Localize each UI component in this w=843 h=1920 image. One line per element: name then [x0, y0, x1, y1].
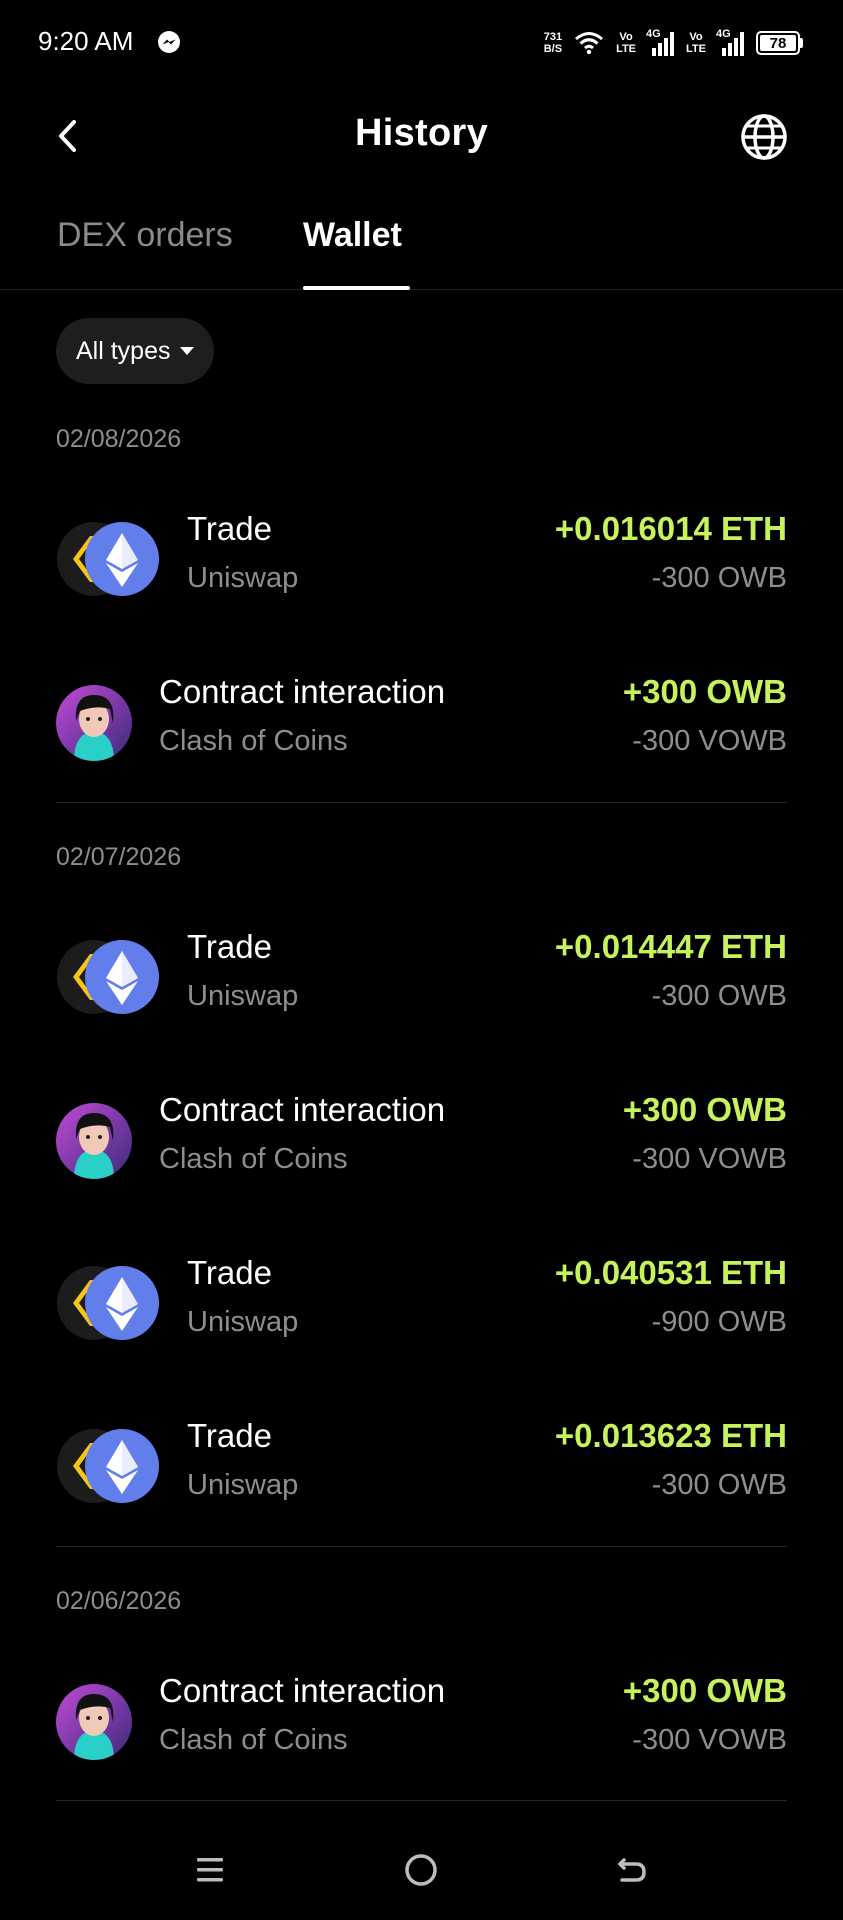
- system-back-button[interactable]: [610, 1848, 654, 1892]
- transaction-title: Trade: [187, 1254, 272, 1291]
- transaction-amount-sent: -300 VOWB: [632, 1724, 787, 1756]
- wifi-icon: [575, 32, 604, 55]
- active-tab-indicator: [303, 286, 410, 290]
- transaction-amount-received: +0.013623 ETH: [554, 1417, 787, 1454]
- battery-icon: 78: [756, 31, 803, 55]
- group-divider: [56, 1546, 787, 1547]
- transaction-row[interactable]: Trade Uniswap +0.013623 ETH -300 OWB: [0, 1409, 843, 1519]
- transaction-amount-sent: -300 OWB: [651, 562, 787, 594]
- transaction-amount-received: +300 OWB: [622, 1672, 787, 1709]
- date-header: 02/07/2026: [56, 843, 182, 871]
- transaction-amount-received: +0.016014 ETH: [554, 510, 787, 547]
- volte-bottom: LTE: [686, 43, 706, 55]
- transaction-title: Trade: [187, 1417, 272, 1454]
- transaction-row[interactable]: Contract interaction Clash of Coins +300…: [0, 1664, 843, 1774]
- transaction-title: Contract interaction: [159, 1091, 446, 1128]
- ethereum-icon: [85, 940, 159, 1014]
- transaction-subtitle: Uniswap: [187, 980, 299, 1012]
- status-icons: 731 B/S Vo LTE 4G Vo LTE 4G 78: [544, 26, 803, 60]
- type-filter-dropdown[interactable]: All types: [56, 318, 215, 384]
- type-filter-label: All types: [76, 336, 171, 365]
- transaction-amount-sent: -900 OWB: [651, 1306, 787, 1338]
- transaction-title: Contract interaction: [159, 1672, 446, 1709]
- volte-bottom: LTE: [616, 43, 637, 55]
- status-time: 9:20 AM: [38, 26, 134, 56]
- ethereum-icon: [85, 1429, 159, 1503]
- clash-of-coins-avatar: [56, 685, 132, 761]
- transaction-subtitle: Clash of Coins: [159, 1724, 348, 1756]
- volte-top: Vo: [689, 31, 703, 43]
- page-title: History: [354, 112, 489, 154]
- transaction-row[interactable]: Contract interaction Clash of Coins +300…: [0, 1083, 843, 1193]
- transaction-title: Contract interaction: [159, 673, 446, 710]
- globe-icon: [741, 114, 787, 160]
- trade-token-pair-icon: [57, 522, 159, 596]
- clash-of-coins-avatar: [56, 1684, 132, 1760]
- system-nav-bar: [0, 1820, 843, 1920]
- recent-apps-button[interactable]: [188, 1848, 232, 1892]
- messenger-icon: [158, 31, 180, 53]
- transaction-amount-sent: -300 OWB: [651, 980, 787, 1012]
- back-arrow-icon: [618, 1858, 646, 1882]
- transaction-amount-sent: -300 VOWB: [632, 725, 787, 757]
- menu-icon: [197, 1858, 223, 1882]
- home-button[interactable]: [399, 1848, 443, 1892]
- date-header: 02/08/2026: [56, 425, 182, 453]
- network-type: 4G: [716, 28, 731, 40]
- transaction-subtitle: Uniswap: [187, 1469, 299, 1501]
- network-type: 4G: [646, 28, 661, 40]
- group-divider: [56, 802, 787, 803]
- transaction-row[interactable]: Contract interaction Clash of Coins +300…: [0, 665, 843, 775]
- signal-icon-1: 4G: [646, 28, 675, 56]
- ethereum-icon: [85, 1266, 159, 1340]
- transaction-amount-received: +0.040531 ETH: [554, 1254, 787, 1291]
- battery-level: 78: [760, 35, 796, 52]
- status-bar: 9:20 AM 731 B/S Vo LTE 4G Vo LTE 4G 78: [0, 0, 843, 86]
- transaction-amount-received: +0.014447 ETH: [554, 928, 787, 965]
- transaction-title: Trade: [187, 510, 272, 547]
- trade-token-pair-icon: [57, 940, 159, 1014]
- trade-token-pair-icon: [57, 1429, 159, 1503]
- clash-of-coins-avatar: [56, 1103, 132, 1179]
- transaction-row[interactable]: Trade Uniswap +0.040531 ETH -900 OWB: [0, 1246, 843, 1356]
- net-speed-unit: B/S: [543, 43, 563, 55]
- transaction-amount-received: +300 OWB: [622, 1091, 787, 1128]
- volte-indicator-2: Vo LTE: [686, 31, 706, 55]
- transaction-subtitle: Clash of Coins: [159, 1143, 348, 1175]
- transaction-subtitle: Uniswap: [187, 1306, 299, 1338]
- transaction-row[interactable]: Trade Uniswap +0.014447 ETH -300 OWB: [0, 920, 843, 1030]
- date-header: 02/06/2026: [56, 1587, 182, 1615]
- transaction-amount-received: +300 OWB: [622, 673, 787, 710]
- net-speed-value: 731: [543, 31, 563, 43]
- transaction-subtitle: Uniswap: [187, 562, 299, 594]
- caret-down-icon: [180, 347, 195, 355]
- ethereum-icon: [85, 522, 159, 596]
- screen: 9:20 AM 731 B/S Vo LTE 4G Vo LTE 4G 78 H…: [0, 0, 843, 1920]
- net-speed: 731 B/S: [544, 31, 562, 55]
- volte-indicator-1: Vo LTE: [616, 31, 636, 55]
- header: History: [0, 100, 843, 174]
- tab-dex-orders[interactable]: DEX orders: [57, 216, 233, 255]
- transaction-amount-sent: -300 VOWB: [632, 1143, 787, 1175]
- home-circle-icon: [405, 1854, 437, 1886]
- trade-token-pair-icon: [57, 1266, 159, 1340]
- transaction-title: Trade: [187, 928, 272, 965]
- transaction-amount-sent: -300 OWB: [651, 1469, 787, 1501]
- tab-bar: DEX orders Wallet: [0, 210, 843, 290]
- language-button[interactable]: [739, 112, 789, 162]
- volte-top: Vo: [619, 31, 633, 43]
- transaction-subtitle: Clash of Coins: [159, 725, 348, 757]
- signal-icon-2: 4G: [716, 28, 744, 56]
- group-divider: [56, 1800, 787, 1801]
- tab-wallet[interactable]: Wallet: [303, 216, 402, 255]
- transaction-row[interactable]: Trade Uniswap +0.016014 ETH -300 OWB: [0, 502, 843, 612]
